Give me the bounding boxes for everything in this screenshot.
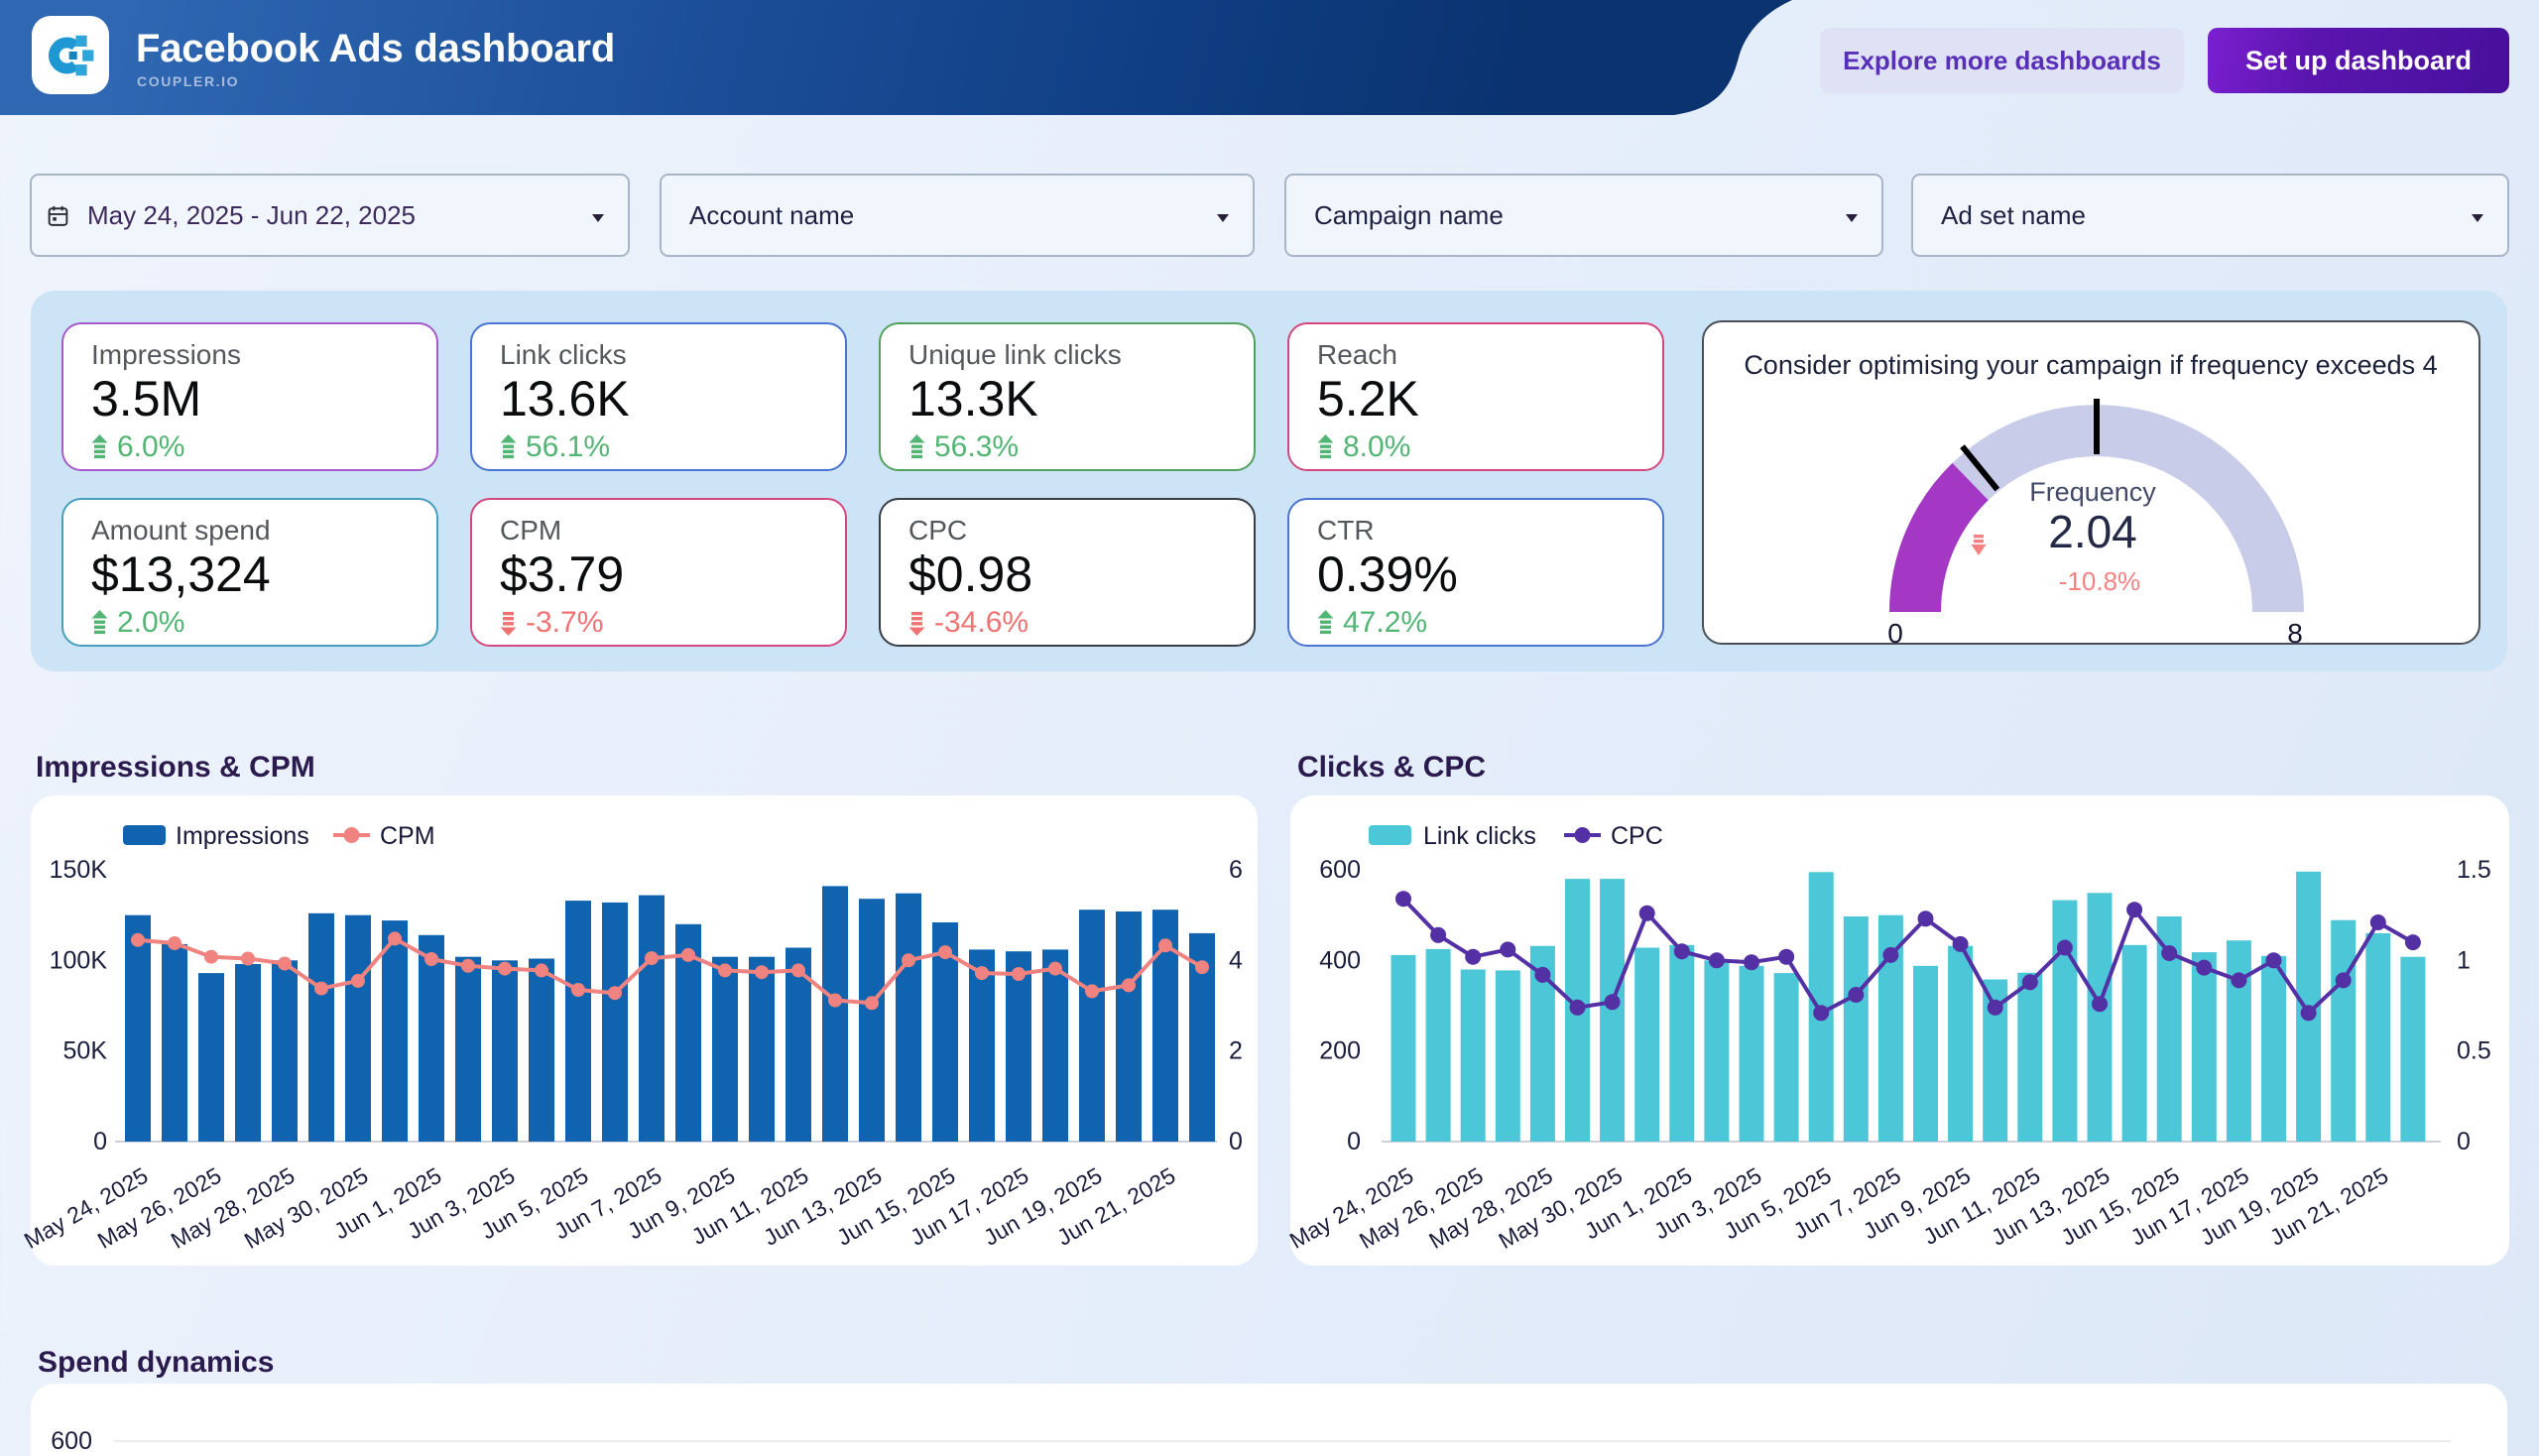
svg-text:8: 8 [2287, 618, 2303, 649]
svg-text:0: 0 [2457, 1128, 2471, 1155]
svg-text:400: 400 [1319, 946, 1361, 974]
svg-text:4: 4 [1229, 946, 1243, 974]
svg-text:-10.8%: -10.8% [2059, 566, 2140, 596]
svg-text:200: 200 [1319, 1037, 1361, 1065]
svg-text:Frequency: Frequency [2029, 477, 2156, 507]
svg-text:50K: 50K [63, 1037, 108, 1065]
svg-text:CPC: CPC [1611, 822, 1663, 850]
svg-text:1.5: 1.5 [2457, 856, 2491, 884]
svg-text:100K: 100K [50, 946, 108, 974]
svg-text:0: 0 [1229, 1128, 1243, 1155]
svg-text:Impressions: Impressions [176, 822, 309, 850]
svg-text:150K: 150K [50, 856, 108, 884]
svg-text:CPM: CPM [380, 822, 435, 850]
svg-text:600: 600 [1319, 856, 1361, 884]
svg-text:Link clicks: Link clicks [1423, 822, 1536, 850]
svg-text:6: 6 [1229, 856, 1243, 884]
svg-text:0: 0 [93, 1128, 107, 1155]
svg-text:2.04: 2.04 [2048, 506, 2137, 557]
svg-text:1: 1 [2457, 946, 2471, 974]
svg-text:2: 2 [1229, 1037, 1243, 1065]
svg-text:0: 0 [1347, 1128, 1361, 1155]
svg-text:600: 600 [51, 1427, 92, 1455]
svg-text:0.5: 0.5 [2457, 1037, 2491, 1065]
svg-text:Consider optimising your campa: Consider optimising your campaign if fre… [1744, 350, 2437, 380]
svg-text:0: 0 [1887, 618, 1903, 649]
